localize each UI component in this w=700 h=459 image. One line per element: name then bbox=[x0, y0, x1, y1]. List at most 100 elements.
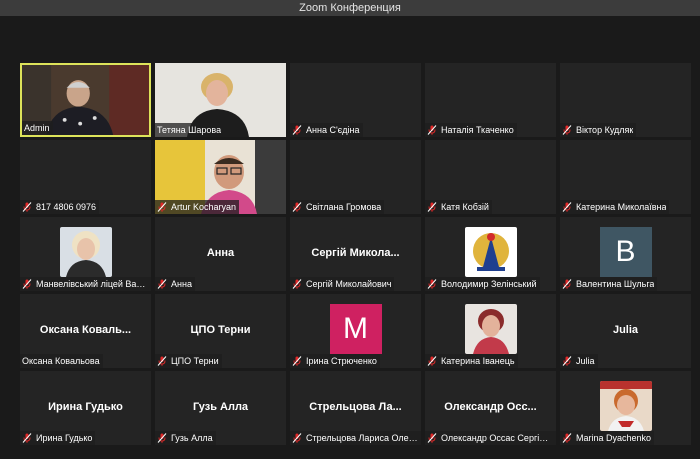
participant-name-label: 817 4806 0976 bbox=[20, 200, 100, 214]
participant-display-name: Оксана Коваль... bbox=[39, 324, 132, 336]
mic-muted-icon bbox=[427, 433, 437, 443]
participant-display-name: ЦПО Терни bbox=[190, 324, 251, 336]
participant-name-label: Наталія Ткаченко bbox=[425, 123, 517, 137]
mic-muted-icon bbox=[562, 356, 572, 366]
participant-name: Оксана Ковальова bbox=[22, 356, 100, 366]
participant-tile[interactable]: Оксана Коваль... Оксана Ковальова bbox=[20, 294, 151, 368]
participant-tile[interactable]: B Валентина Шульга bbox=[560, 217, 691, 291]
participant-name-label: Олександр Оссас Сергій К... bbox=[425, 431, 556, 445]
participant-name: Ірина Стрюченко bbox=[306, 356, 377, 366]
mic-muted-icon bbox=[292, 279, 302, 289]
participant-name: Анна С'єдіна bbox=[306, 125, 360, 135]
participant-name: Олександр Оссас Сергій К... bbox=[441, 433, 553, 443]
participant-display-name: Стрельцова Ла... bbox=[309, 401, 402, 413]
mic-muted-icon bbox=[562, 202, 572, 212]
participant-name: Катерина Миколаївна bbox=[576, 202, 667, 212]
participant-name-label: Сергій Миколайович bbox=[290, 277, 395, 291]
participant-tile[interactable]: Ирина Гудько Ирина Гудько bbox=[20, 371, 151, 445]
participant-tile[interactable]: Сергій Микола... Сергій Миколайович bbox=[290, 217, 421, 291]
mic-muted-icon bbox=[427, 202, 437, 212]
participant-tile[interactable]: Манвелівський ліцей Васи... bbox=[20, 217, 151, 291]
mic-muted-icon bbox=[157, 279, 167, 289]
participant-name: Julia bbox=[576, 356, 595, 366]
mic-muted-icon bbox=[427, 279, 437, 289]
participant-name-label: Анна С'єдіна bbox=[290, 123, 363, 137]
participant-display-name: Julia bbox=[612, 324, 639, 336]
participant-tile[interactable]: 817 4806 0976 bbox=[20, 140, 151, 214]
participant-name: Катерина Іванець bbox=[441, 356, 515, 366]
participant-tile[interactable]: ЦПО Терни ЦПО Терни bbox=[155, 294, 286, 368]
profile-picture bbox=[59, 227, 112, 277]
participant-name-label: Світлана Громова bbox=[290, 200, 385, 214]
participant-tile[interactable]: Marina Dyachenko bbox=[560, 371, 691, 445]
participant-tile[interactable]: Світлана Громова bbox=[290, 140, 421, 214]
participant-tile[interactable]: Анна Анна bbox=[155, 217, 286, 291]
participant-tile[interactable]: Віктор Кудляк bbox=[560, 63, 691, 137]
participant-name-label: Artur Kocharyan bbox=[155, 200, 240, 214]
participant-name-label: Володимир Зелінський bbox=[425, 277, 540, 291]
mic-muted-icon bbox=[562, 279, 572, 289]
participant-name: Artur Kocharyan bbox=[171, 202, 237, 212]
participant-name-label: Гузь Алла bbox=[155, 431, 216, 445]
participant-name-label: Marina Dyachenko bbox=[560, 431, 655, 445]
participant-display-name: Сергій Микола... bbox=[311, 247, 400, 259]
participant-name-label: Ирина Гудько bbox=[20, 431, 96, 445]
participant-tile[interactable]: Катя Кобзій bbox=[425, 140, 556, 214]
mic-muted-icon bbox=[157, 356, 167, 366]
participant-name-label: Катерина Миколаївна bbox=[560, 200, 670, 214]
participant-tile[interactable]: Олександр Осс... Олександр Оссас Сергій К… bbox=[425, 371, 556, 445]
participant-name-label: Julia bbox=[560, 354, 598, 368]
mic-muted-icon bbox=[157, 202, 167, 212]
participant-display-name: Анна bbox=[206, 247, 235, 259]
participant-name: Admin bbox=[24, 123, 50, 133]
mic-muted-icon bbox=[427, 125, 437, 135]
participant-name-label: Ірина Стрюченко bbox=[290, 354, 380, 368]
participant-name: Катя Кобзій bbox=[441, 202, 489, 212]
participant-tile[interactable]: Анна С'єдіна bbox=[290, 63, 421, 137]
participant-tile[interactable]: Julia Julia bbox=[560, 294, 691, 368]
participant-name: Валентина Шульга bbox=[576, 279, 655, 289]
participant-name: Володимир Зелінський bbox=[441, 279, 537, 289]
participant-tile[interactable]: Artur Kocharyan bbox=[155, 140, 286, 214]
participant-name: Стрельцова Лариса Олек... bbox=[306, 433, 418, 443]
mic-muted-icon bbox=[292, 125, 302, 135]
participant-name: Сергій Миколайович bbox=[306, 279, 392, 289]
participant-name: 817 4806 0976 bbox=[36, 202, 97, 212]
participant-display-name: Гузь Алла bbox=[192, 401, 249, 413]
title-bar: Zoom Конференция bbox=[0, 0, 700, 16]
participant-tile[interactable]: Катерина Іванець bbox=[425, 294, 556, 368]
participant-tile[interactable]: Катерина Миколаївна bbox=[560, 140, 691, 214]
participant-tile[interactable]: M Ірина Стрюченко bbox=[290, 294, 421, 368]
participant-name-label: Оксана Ковальова bbox=[20, 354, 103, 368]
participant-tile[interactable]: Стрельцова Ла... Стрельцова Лариса Олек..… bbox=[290, 371, 421, 445]
participant-tile[interactable]: Тетяна Шарова bbox=[155, 63, 286, 137]
participant-tile[interactable]: Admin bbox=[20, 63, 151, 137]
participant-display-name: Олександр Осс... bbox=[444, 401, 537, 413]
mic-muted-icon bbox=[292, 356, 302, 366]
participant-name-label: Катерина Іванець bbox=[425, 354, 518, 368]
mic-muted-icon bbox=[22, 433, 32, 443]
mic-muted-icon bbox=[562, 125, 572, 135]
participant-name: Тетяна Шарова bbox=[157, 125, 222, 135]
participant-tile[interactable]: Наталія Ткаченко bbox=[425, 63, 556, 137]
participant-name: Наталія Ткаченко bbox=[441, 125, 514, 135]
profile-picture bbox=[464, 227, 517, 277]
participant-name: Світлана Громова bbox=[306, 202, 382, 212]
window-title: Zoom Конференция bbox=[299, 2, 401, 14]
participant-name: Marina Dyachenko bbox=[576, 433, 652, 443]
avatar-letter: B bbox=[599, 227, 652, 277]
profile-picture bbox=[599, 381, 652, 431]
participant-tile[interactable]: Гузь Алла Гузь Алла bbox=[155, 371, 286, 445]
participant-name: Ирина Гудько bbox=[36, 433, 93, 443]
participant-name-label: Валентина Шульга bbox=[560, 277, 658, 291]
participant-name-label: Манвелівський ліцей Васи... bbox=[20, 277, 151, 291]
mic-muted-icon bbox=[22, 202, 32, 212]
participant-name-label: ЦПО Терни bbox=[155, 354, 222, 368]
participant-name: ЦПО Терни bbox=[171, 356, 219, 366]
participant-name: Віктор Кудляк bbox=[576, 125, 634, 135]
participant-tile[interactable]: Володимир Зелінський bbox=[425, 217, 556, 291]
mic-muted-icon bbox=[427, 356, 437, 366]
avatar-letter: M bbox=[329, 304, 382, 354]
participant-name: Гузь Алла bbox=[171, 433, 213, 443]
mic-muted-icon bbox=[292, 202, 302, 212]
